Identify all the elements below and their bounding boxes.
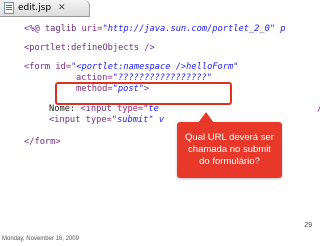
- callout-bubble: Qual URL deverá ser chamada no submit do…: [177, 122, 282, 178]
- code-line-taglib: <%@ taglib uri="http://java.sun.com/port…: [24, 24, 286, 35]
- directive-open: <%@: [24, 24, 45, 34]
- callout-text: Qual URL deverá ser chamada no submit do…: [185, 132, 274, 167]
- nome-label: Nome:: [49, 104, 76, 114]
- footer-date: Monday, November 16, 2009: [2, 236, 79, 242]
- tab-title: edit.jsp: [18, 3, 52, 13]
- action-highlight-box: [55, 82, 232, 105]
- code-line-define-objects: <portlet:defineObjects />: [24, 43, 155, 53]
- jsp-file-icon: [4, 2, 14, 14]
- form-open: <form: [24, 62, 56, 72]
- input-type-value: "te: [143, 104, 159, 114]
- directive-taglib: taglib: [44, 24, 82, 34]
- form-id-value-namespace: "<portlet:namespace />: [71, 62, 187, 72]
- form-id-value-name: helloForm": [186, 62, 239, 72]
- submit-type-value: "submit" v: [111, 115, 165, 125]
- code-line-form: <form id="<portlet:namespace />helloForm…: [24, 62, 238, 73]
- page-number: 29: [304, 222, 312, 229]
- input-open: <input: [75, 104, 117, 114]
- submit-input-open: <input: [49, 115, 86, 125]
- tab-edit-jsp[interactable]: edit.jsp ✕: [0, 0, 90, 17]
- code-line-submit: <input type="submit" v: [49, 115, 164, 126]
- close-icon[interactable]: ✕: [58, 3, 66, 13]
- input-type-attr: type=: [117, 104, 144, 114]
- submit-type-attr: type=: [85, 115, 112, 125]
- code-line-form-close: </form>: [24, 137, 61, 147]
- code-line-nome: Nome: <input type="te/>: [49, 104, 320, 115]
- uri-attr: uri=: [81, 24, 103, 34]
- form-id-attr: id=: [55, 62, 72, 72]
- uri-value: "http://java.sun.com/portlet_2_0" p: [102, 24, 286, 34]
